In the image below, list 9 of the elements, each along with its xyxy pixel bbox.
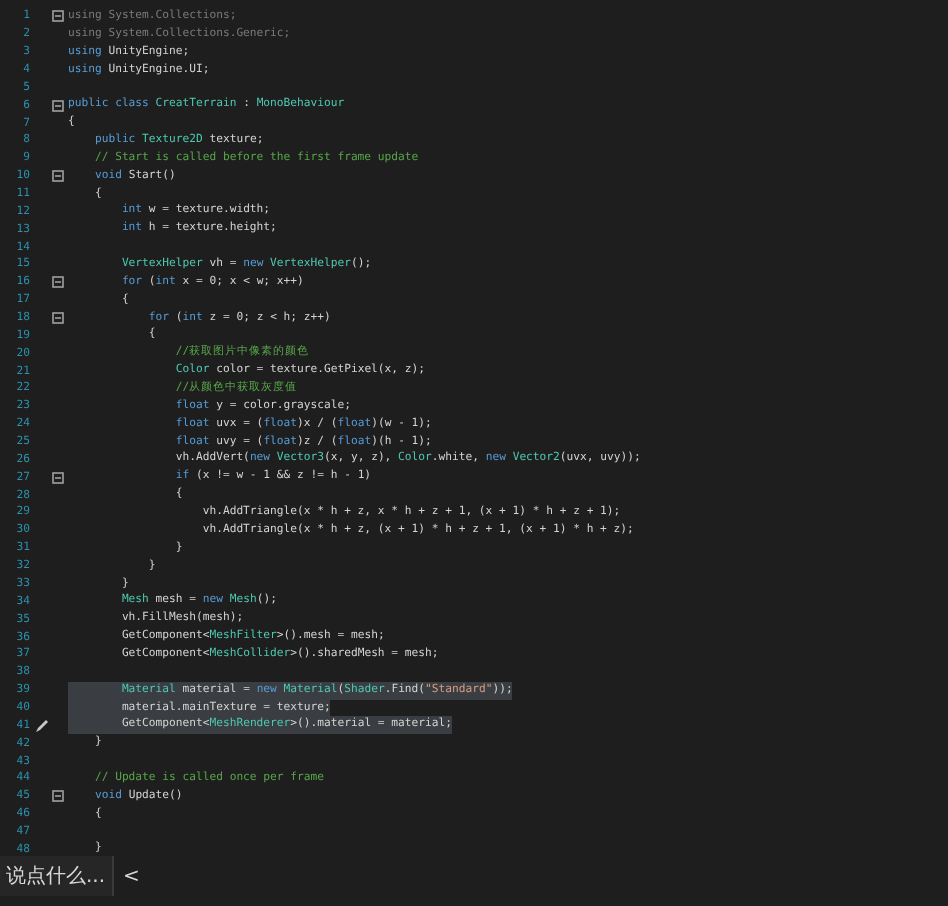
collapse-icon[interactable] — [52, 471, 64, 484]
collapse-icon[interactable] — [52, 276, 64, 289]
collapse-icon[interactable] — [52, 99, 64, 112]
collapse-icon[interactable] — [52, 790, 64, 803]
collapse-icon[interactable] — [52, 170, 64, 183]
collapse-icon[interactable] — [52, 312, 64, 325]
collapse-icon[interactable] — [52, 10, 64, 23]
collapse-button[interactable]: < — [111, 856, 150, 896]
comment-field[interactable]: 说点什么... — [0, 861, 112, 891]
